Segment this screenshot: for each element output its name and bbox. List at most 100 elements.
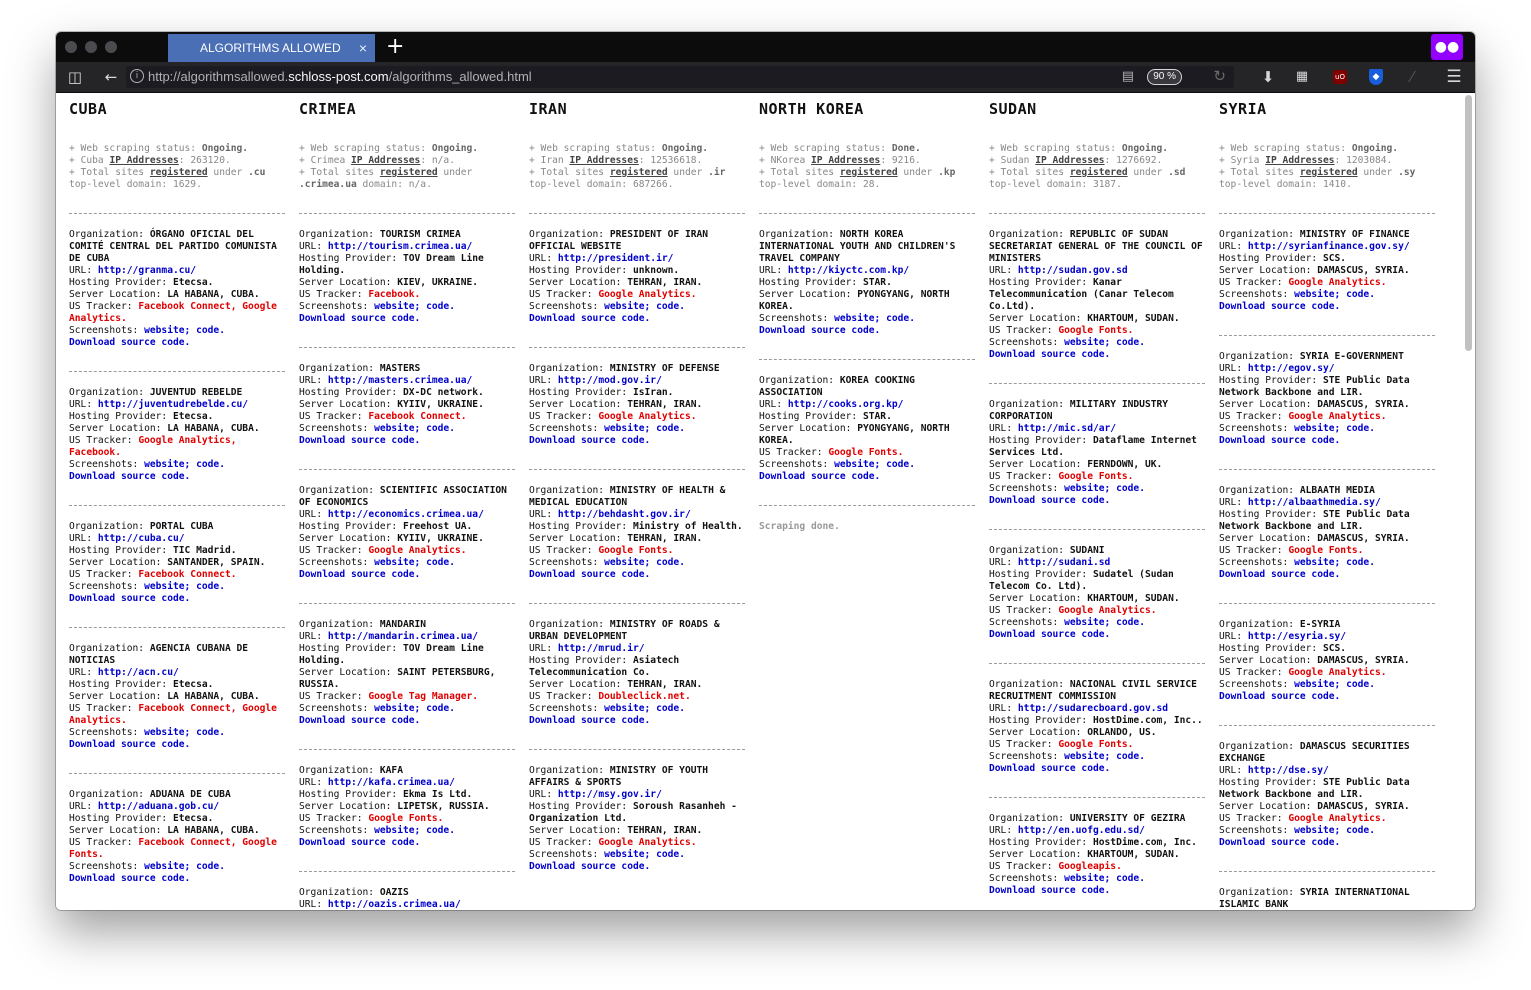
screenshot-code-link[interactable]: code. <box>1116 337 1145 348</box>
organization-url-link[interactable]: http://dse.sy/ <box>1248 765 1329 776</box>
screenshot-website-link[interactable]: website; <box>1064 751 1110 762</box>
download-source-link[interactable]: Download source code. <box>989 349 1110 360</box>
bitwarden-shield-icon[interactable]: ◆ <box>1369 69 1383 85</box>
screenshot-code-link[interactable]: code. <box>656 301 685 312</box>
registered-link[interactable]: registered <box>150 167 208 178</box>
screenshot-code-link[interactable]: code. <box>196 861 225 872</box>
ublock-icon[interactable]: uO <box>1333 70 1347 84</box>
screenshot-website-link[interactable]: website; <box>144 861 190 872</box>
download-source-link[interactable]: Download source code. <box>529 861 650 872</box>
screenshot-website-link[interactable]: website; <box>1294 679 1340 690</box>
sidebar-icon[interactable]: ◫ <box>64 62 86 92</box>
download-source-link[interactable]: Download source code. <box>1219 569 1340 580</box>
qr-code-icon[interactable]: ▦ <box>1292 62 1312 92</box>
screenshot-code-link[interactable]: code. <box>196 727 225 738</box>
screenshot-code-link[interactable]: code. <box>1346 825 1375 836</box>
download-source-link[interactable]: Download source code. <box>1219 435 1340 446</box>
screenshot-code-link[interactable]: code. <box>426 825 455 836</box>
screenshot-website-link[interactable]: website; <box>604 703 650 714</box>
download-source-link[interactable]: Download source code. <box>989 885 1110 896</box>
screenshot-code-link[interactable]: code. <box>1346 423 1375 434</box>
screenshot-code-link[interactable]: code. <box>426 301 455 312</box>
ip-addresses-link[interactable]: IP Addresses <box>109 155 178 166</box>
screenshot-code-link[interactable]: code. <box>426 703 455 714</box>
screenshot-website-link[interactable]: website; <box>374 423 420 434</box>
info-icon[interactable]: i <box>130 69 144 83</box>
download-source-link[interactable]: Download source code. <box>299 313 420 324</box>
screenshot-code-link[interactable]: code. <box>886 459 915 470</box>
screenshot-code-link[interactable]: code. <box>656 849 685 860</box>
screenshot-code-link[interactable]: code. <box>656 557 685 568</box>
download-source-link[interactable]: Download source code. <box>529 569 650 580</box>
organization-url-link[interactable]: http://syrianfinance.gov.sy/ <box>1248 241 1410 252</box>
organization-url-link[interactable]: http://mrud.ir/ <box>558 643 645 654</box>
download-source-link[interactable]: Download source code. <box>299 435 420 446</box>
download-source-link[interactable]: Download source code. <box>299 715 420 726</box>
screenshot-code-link[interactable]: code. <box>1346 679 1375 690</box>
private-mask-icon[interactable]: ●● <box>1431 34 1463 60</box>
organization-url-link[interactable]: http://msy.gov.ir/ <box>558 789 662 800</box>
organization-url-link[interactable]: http://egov.sy/ <box>1248 363 1335 374</box>
screenshot-website-link[interactable]: website; <box>834 459 880 470</box>
download-source-link[interactable]: Download source code. <box>69 873 190 884</box>
organization-url-link[interactable]: http://mod.gov.ir/ <box>558 375 662 386</box>
download-source-link[interactable]: Download source code. <box>989 763 1110 774</box>
zoom-level-badge[interactable]: 90 % <box>1147 69 1182 85</box>
registered-link[interactable]: registered <box>1070 167 1128 178</box>
download-source-link[interactable]: Download source code. <box>759 325 880 336</box>
screenshot-website-link[interactable]: website; <box>1294 557 1340 568</box>
download-source-link[interactable]: Download source code. <box>69 739 190 750</box>
screenshot-website-link[interactable]: website; <box>374 301 420 312</box>
organization-url-link[interactable]: http://albaathmedia.sy/ <box>1248 497 1381 508</box>
close-tab-icon[interactable]: × <box>359 34 367 62</box>
screenshot-code-link[interactable]: code. <box>1116 873 1145 884</box>
download-source-link[interactable]: Download source code. <box>989 629 1110 640</box>
minimize-window-icon[interactable] <box>85 41 97 53</box>
screenshot-code-link[interactable]: code. <box>1116 617 1145 628</box>
organization-url-link[interactable]: http://tourism.crimea.ua/ <box>328 241 472 252</box>
download-source-link[interactable]: Download source code. <box>1219 691 1340 702</box>
screenshot-website-link[interactable]: website; <box>144 581 190 592</box>
download-source-link[interactable]: Download source code. <box>529 715 650 726</box>
screenshot-website-link[interactable]: website; <box>374 557 420 568</box>
screenshot-website-link[interactable]: website; <box>604 301 650 312</box>
organization-url-link[interactable]: http://cuba.cu/ <box>98 533 185 544</box>
organization-url-link[interactable]: http://mandarin.crimea.ua/ <box>328 631 478 642</box>
registered-link[interactable]: registered <box>610 167 668 178</box>
download-source-link[interactable]: Download source code. <box>299 569 420 580</box>
organization-url-link[interactable]: http://kiyctc.com.kp/ <box>788 265 909 276</box>
organization-url-link[interactable]: http://aduana.gob.cu/ <box>98 801 219 812</box>
organization-url-link[interactable]: http://masters.crimea.ua/ <box>328 375 472 386</box>
ip-addresses-link[interactable]: IP Addresses <box>1265 155 1334 166</box>
organization-url-link[interactable]: http://mic.sd/ar/ <box>1018 423 1116 434</box>
organization-url-link[interactable]: http://en.uofg.edu.sd/ <box>1018 825 1145 836</box>
screenshot-website-link[interactable]: website; <box>144 727 190 738</box>
download-source-link[interactable]: Download source code. <box>69 337 190 348</box>
screenshot-code-link[interactable]: code. <box>1346 289 1375 300</box>
registered-link[interactable]: registered <box>380 167 438 178</box>
reload-icon[interactable]: ↻ <box>1213 67 1226 85</box>
screenshot-website-link[interactable]: website; <box>1294 289 1340 300</box>
new-tab-button[interactable]: + <box>386 34 404 60</box>
download-source-link[interactable]: Download source code. <box>529 435 650 446</box>
download-source-link[interactable]: Download source code. <box>759 471 880 482</box>
screenshot-code-link[interactable]: code. <box>196 459 225 470</box>
screenshot-website-link[interactable]: website; <box>1064 617 1110 628</box>
screenshot-website-link[interactable]: website; <box>604 849 650 860</box>
organization-url-link[interactable]: http://granma.cu/ <box>98 265 196 276</box>
download-arrow-icon[interactable]: ⬇ <box>1258 62 1278 92</box>
organization-url-link[interactable]: http://esyria.sy/ <box>1248 631 1346 642</box>
reader-view-icon[interactable]: ▤ <box>1122 69 1134 84</box>
download-source-link[interactable]: Download source code. <box>529 313 650 324</box>
organization-url-link[interactable]: http://economics.crimea.ua/ <box>328 509 484 520</box>
ip-addresses-link[interactable]: IP Addresses <box>351 155 420 166</box>
screenshot-website-link[interactable]: website; <box>604 557 650 568</box>
organization-url-link[interactable]: http://oazis.crimea.ua/ <box>328 899 461 910</box>
registered-link[interactable]: registered <box>1300 167 1358 178</box>
screenshot-code-link[interactable]: code. <box>1116 483 1145 494</box>
download-source-link[interactable]: Download source code. <box>989 495 1110 506</box>
organization-url-link[interactable]: http://sudan.gov.sd <box>1018 265 1128 276</box>
screenshot-website-link[interactable]: website; <box>1064 873 1110 884</box>
download-source-link[interactable]: Download source code. <box>69 471 190 482</box>
organization-url-link[interactable]: http://sudani.sd <box>1018 557 1110 568</box>
